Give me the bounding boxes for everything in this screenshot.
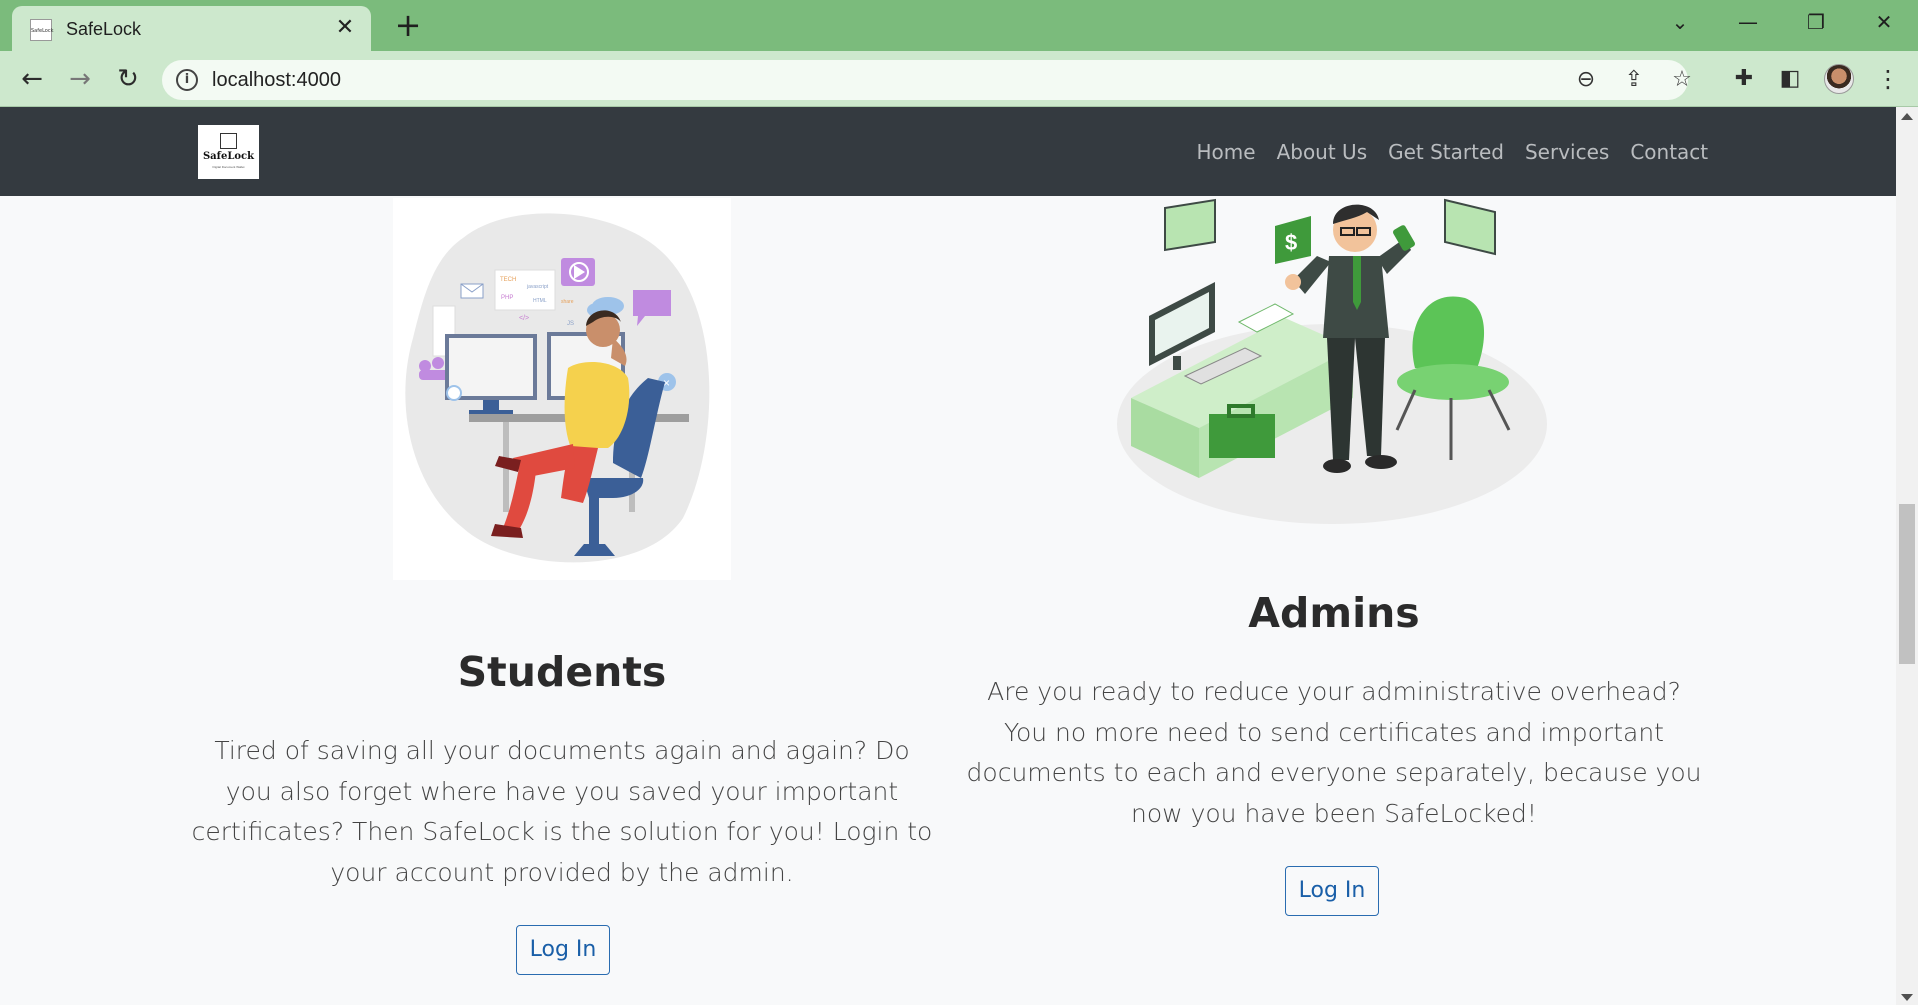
info-icon[interactable]: i <box>176 69 198 91</box>
brand-logo[interactable]: SafeLock Digital Document Wallet <box>198 125 259 179</box>
site-navbar: SafeLock Digital Document Wallet Home Ab… <box>0 107 1896 196</box>
browser-tab[interactable]: SafeLock SafeLock ✕ <box>12 6 371 51</box>
admins-title: Admins <box>1248 589 1420 637</box>
brand-name: SafeLock <box>202 151 255 162</box>
admins-description: Are you ready to reduce your administrat… <box>966 677 1702 828</box>
tag-html: HTML <box>533 298 547 304</box>
reload-icon[interactable]: ↻ <box>110 61 146 97</box>
tab-favicon-icon: SafeLock <box>30 19 53 41</box>
address-bar[interactable]: i localhost:4000 ⊖ ⇪ ☆ <box>162 60 1692 100</box>
lock-icon <box>220 133 237 149</box>
url-text[interactable]: localhost:4000 <box>212 69 341 92</box>
back-arrow-icon[interactable]: ← <box>14 61 50 97</box>
new-tab-icon[interactable]: + <box>391 8 425 42</box>
side-panel-icon[interactable]: ◧ <box>1772 61 1808 97</box>
tab-search-icon[interactable]: ⌄ <box>1652 4 1708 40</box>
tag-code: </> <box>519 315 529 322</box>
main-content: TECH javascript PHP HTML share JS </> × <box>0 196 1896 1005</box>
admins-login-button[interactable]: Log In <box>1285 866 1379 916</box>
tag-php: PHP <box>501 295 513 301</box>
nav-link-about[interactable]: About Us <box>1266 137 1378 167</box>
tag-tech: TECH <box>500 277 516 283</box>
tag-javascript: javascript <box>526 284 549 290</box>
students-illustration: TECH javascript PHP HTML share JS </> × <box>393 198 731 580</box>
tab-title: SafeLock <box>66 19 142 39</box>
nav-link-home[interactable]: Home <box>1186 137 1266 167</box>
kebab-menu-icon[interactable]: ⋮ <box>1870 61 1906 97</box>
restore-icon[interactable]: ❐ <box>1788 4 1844 40</box>
dollar-label: $ <box>1285 230 1297 255</box>
zoom-out-icon[interactable]: ⊖ <box>1572 66 1600 94</box>
tab-close-icon[interactable]: ✕ <box>333 15 357 39</box>
window-close-icon[interactable]: ✕ <box>1856 4 1912 40</box>
tag-js: JS <box>567 321 574 327</box>
page-scrollbar[interactable] <box>1896 107 1918 1005</box>
students-title: Students <box>457 648 667 696</box>
profile-avatar[interactable] <box>1824 64 1854 94</box>
nav-link-services[interactable]: Services <box>1514 137 1619 167</box>
nav-link-contact[interactable]: Contact <box>1620 137 1719 167</box>
share-icon[interactable]: ⇪ <box>1620 66 1648 94</box>
admins-illustration: $ <box>1117 198 1547 524</box>
puzzle-icon[interactable]: ✚ <box>1726 61 1762 97</box>
scrollbar-thumb[interactable] <box>1899 504 1915 664</box>
browser-tabstrip: SafeLock SafeLock ✕ + ⌄ — ❐ ✕ <box>0 0 1918 51</box>
nav-link-get-started[interactable]: Get Started <box>1378 137 1515 167</box>
scroll-up-icon[interactable] <box>1901 113 1913 120</box>
brand-subtitle: Digital Document Wallet <box>212 165 245 169</box>
browser-toolbar: ← → ↻ i localhost:4000 ⊖ ⇪ ☆ ✚ ◧ ⋮ <box>0 51 1918 107</box>
students-login-button[interactable]: Log In <box>516 925 610 975</box>
tag-share: share <box>561 299 574 305</box>
bookmark-star-icon[interactable]: ☆ <box>1668 66 1696 94</box>
nav-links: Home About Us Get Started Services Conta… <box>1186 137 1719 167</box>
scroll-down-icon[interactable] <box>1901 994 1913 1001</box>
students-description: Tired of saving all your documents again… <box>191 736 933 887</box>
forward-arrow-icon[interactable]: → <box>62 61 98 97</box>
minimize-icon[interactable]: — <box>1720 4 1776 40</box>
